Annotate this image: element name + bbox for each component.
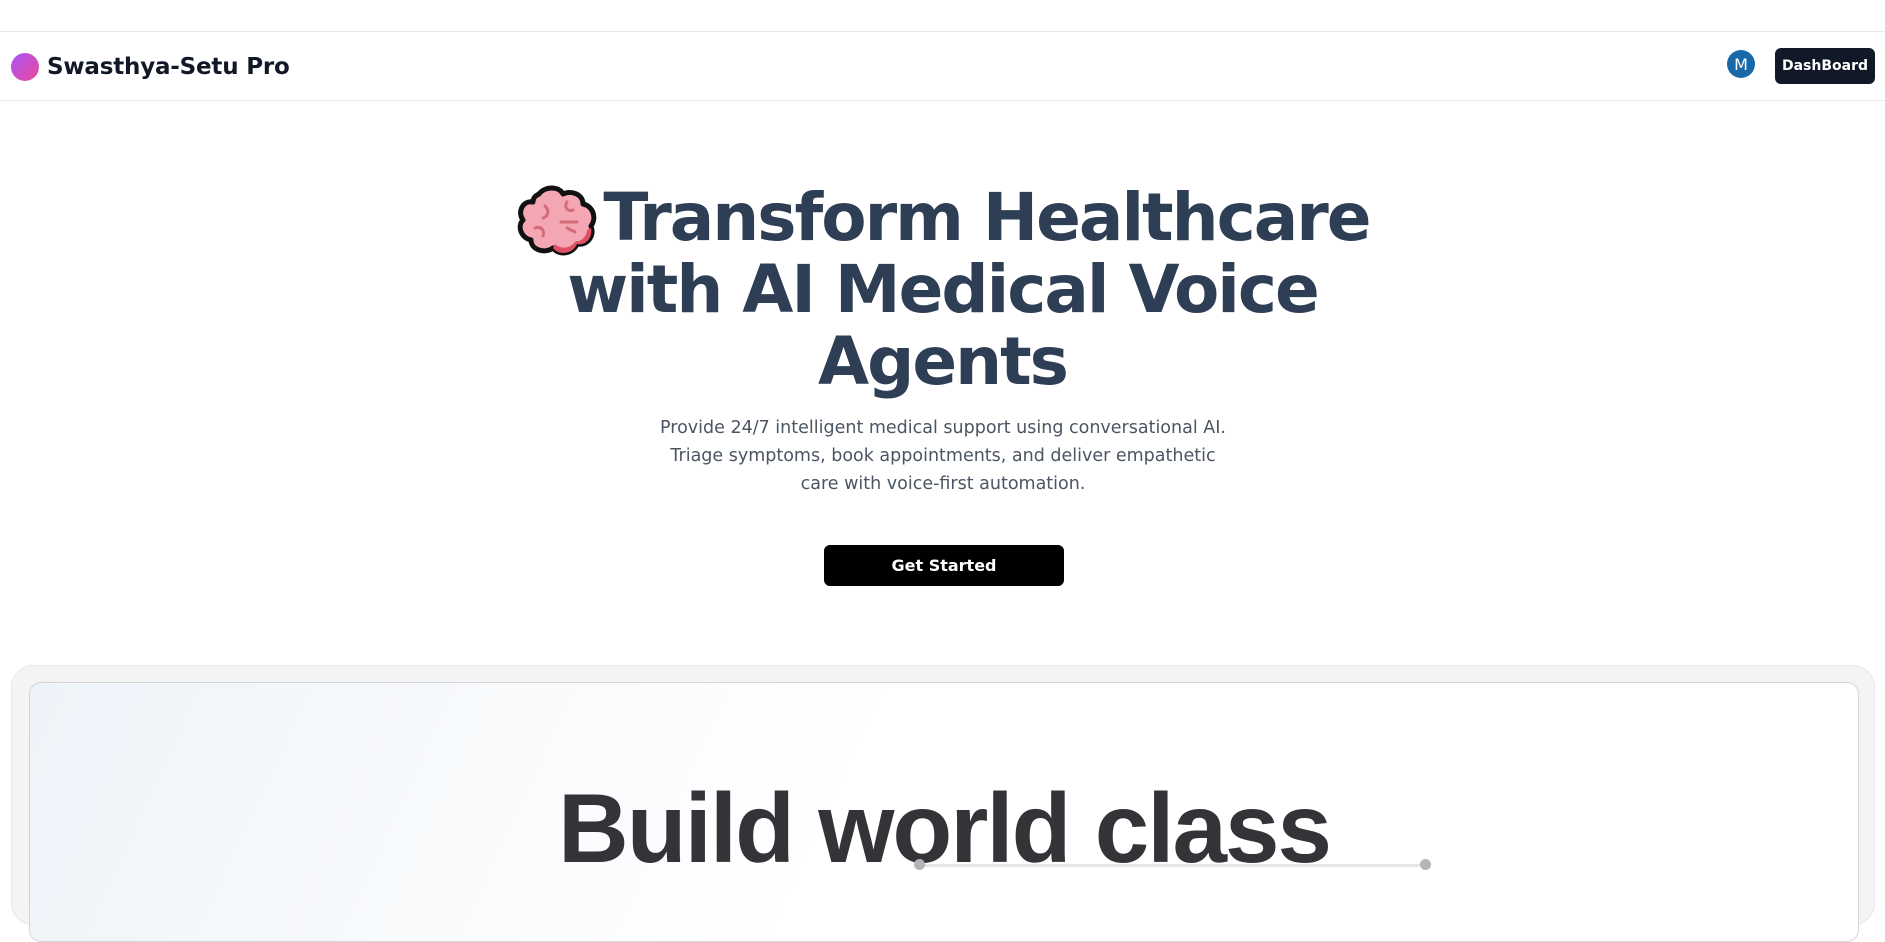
slider-track[interactable] (920, 864, 1426, 867)
navbar: Swasthya-Setu Pro M DashBoard (0, 32, 1885, 101)
browser-top-strip (0, 0, 1885, 32)
hero-title-text: Transform Healthcare with AI Medical Voi… (567, 179, 1371, 400)
hero-subtitle: Provide 24/7 intelligent medical support… (660, 418, 1226, 494)
user-avatar[interactable]: M (1727, 50, 1755, 78)
slider-handle-right[interactable] (1420, 859, 1431, 870)
brand[interactable]: Swasthya-Setu Pro (11, 52, 290, 82)
get-started-button[interactable]: Get Started (824, 545, 1064, 586)
brand-name: Swasthya-Setu Pro (47, 54, 290, 80)
showcase-frame: Build world class (11, 665, 1875, 942)
brand-logo (11, 53, 39, 81)
brain-icon (515, 184, 597, 256)
slider-handle-left[interactable] (914, 859, 925, 870)
hero-title: Transform Healthcare with AI Medical Voi… (440, 182, 1445, 398)
dashboard-button[interactable]: DashBoard (1775, 48, 1875, 84)
showcase-panel: Build world class (29, 682, 1859, 942)
